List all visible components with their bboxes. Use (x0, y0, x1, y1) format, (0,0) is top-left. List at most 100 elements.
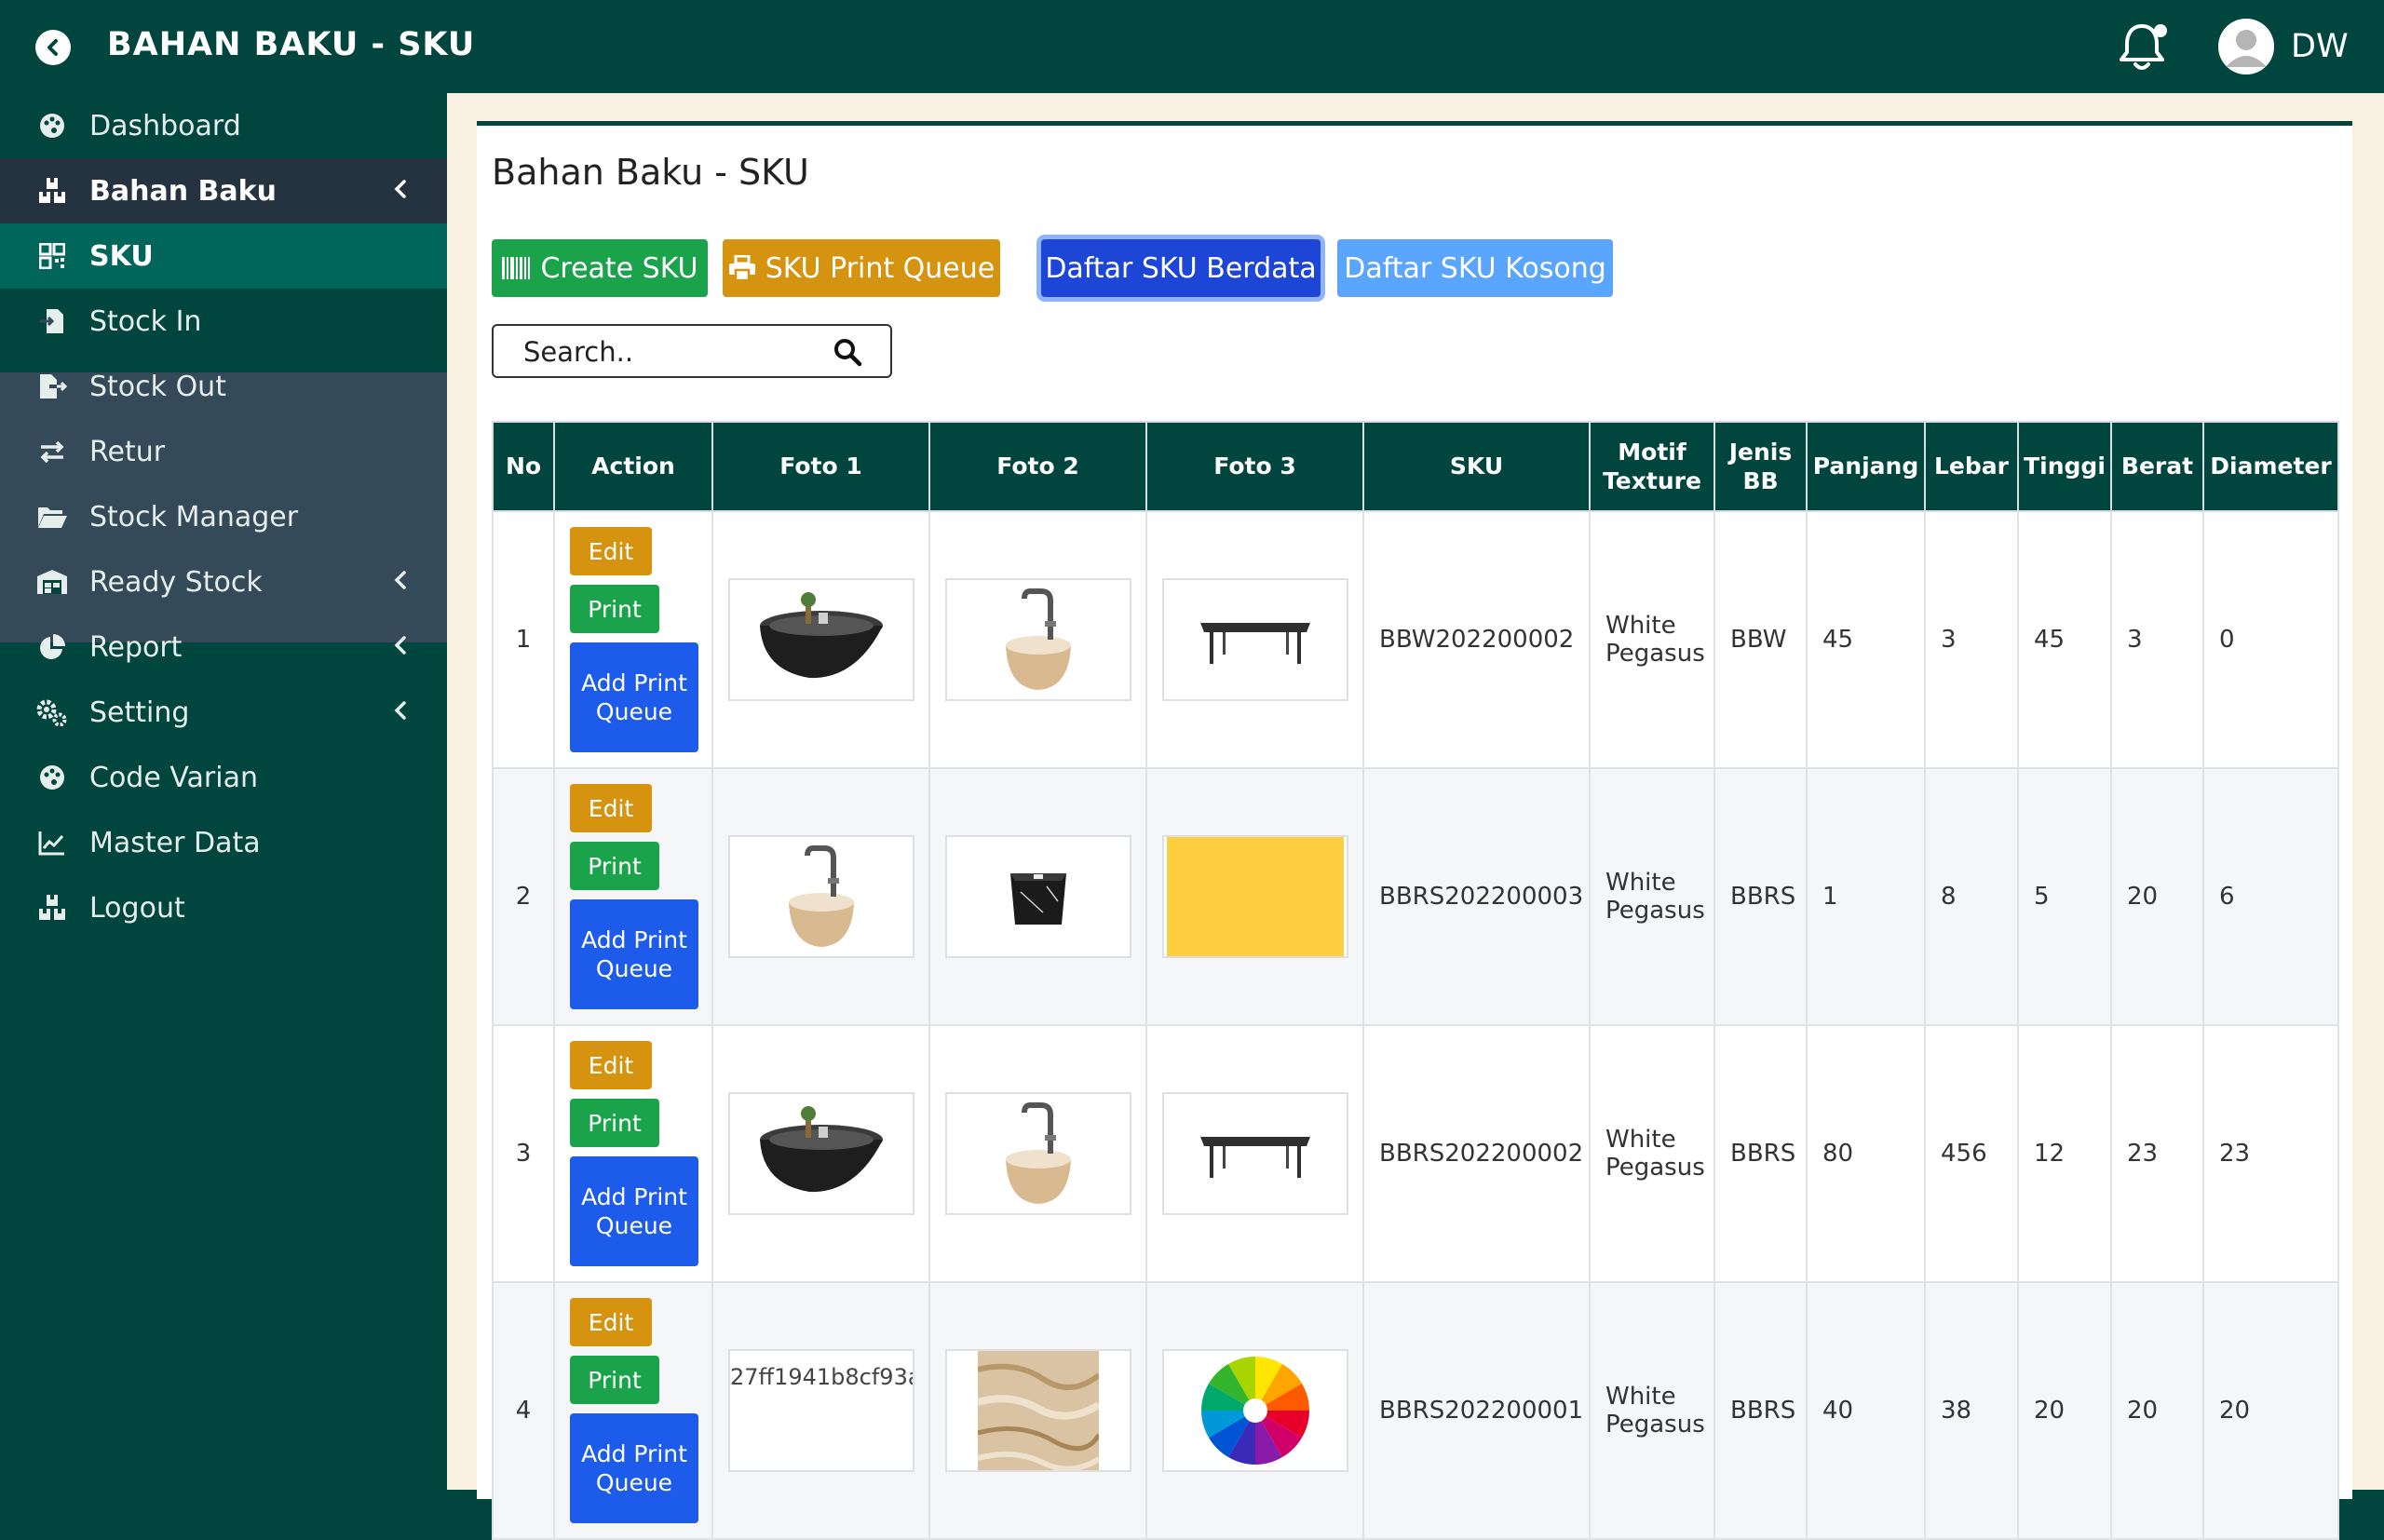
add-print-queue-button[interactable]: Add Print Queue (570, 642, 698, 752)
cell-sku: BBRS202200001 (1362, 1281, 1591, 1540)
user-avatar[interactable] (2218, 19, 2274, 74)
sidebar-item-label: Setting (89, 696, 190, 729)
cell-tinggi: 45 (2017, 510, 2112, 769)
search-input[interactable] (522, 333, 823, 371)
print-button[interactable]: Print (570, 842, 659, 890)
sidebar-item-code-varian[interactable]: Code Varian (0, 745, 447, 810)
page-title: Bahan Baku - SKU (492, 152, 809, 193)
column-header[interactable]: Diameter (2202, 421, 2339, 512)
column-header[interactable]: Jenis BB (1714, 421, 1808, 512)
product-photo[interactable] (1162, 835, 1348, 958)
print-button[interactable]: Print (570, 1099, 659, 1147)
column-header[interactable]: Foto 1 (711, 421, 930, 512)
product-photo[interactable] (945, 1349, 1131, 1472)
daftar-sku-berdata-button[interactable]: Daftar SKU Berdata (1041, 239, 1321, 297)
edit-button[interactable]: Edit (570, 1041, 652, 1089)
column-header[interactable]: Motif Texture (1589, 421, 1715, 512)
product-photo[interactable] (945, 1092, 1131, 1215)
sidebar-item-setting[interactable]: Setting (0, 680, 447, 745)
sidebar-item-ready-stock[interactable]: Ready Stock (0, 549, 447, 615)
line-chart-icon (35, 826, 69, 859)
cell-no: 3 (492, 1024, 555, 1283)
cell-sku: BBRS202200002 (1362, 1024, 1591, 1283)
cell-lebar: 8 (1924, 767, 2019, 1026)
cell-berat: 20 (2110, 1281, 2204, 1540)
sidebar-item-stock-in[interactable]: Stock In (0, 289, 447, 354)
column-header[interactable]: Foto 2 (928, 421, 1147, 512)
edit-button[interactable]: Edit (570, 1298, 652, 1346)
sidebar-item-dashboard[interactable]: Dashboard (0, 93, 447, 158)
app-title: BAHAN BAKU - SKU (107, 26, 476, 63)
column-header[interactable]: Berat (2110, 421, 2204, 512)
product-photo[interactable] (1162, 1092, 1348, 1215)
palette-icon (35, 761, 69, 794)
print-button[interactable]: Print (570, 585, 659, 633)
sidebar-item-label: Retur (89, 435, 166, 468)
cell-jenis: BBW (1714, 510, 1808, 769)
column-header[interactable]: Action (553, 421, 713, 512)
product-photo[interactable] (945, 835, 1131, 958)
cell-foto-2 (928, 1281, 1147, 1540)
sku-print-queue-button[interactable]: SKU Print Queue (723, 239, 1000, 297)
sidebar-item-report[interactable]: Report (0, 615, 447, 680)
product-photo[interactable] (728, 578, 914, 701)
add-print-queue-button[interactable]: Add Print Queue (570, 1413, 698, 1523)
cell-sku: BBW202200002 (1362, 510, 1591, 769)
sidebar-item-sku[interactable]: SKU (0, 223, 447, 289)
cell-berat: 20 (2110, 767, 2204, 1026)
sidebar-item-label: Logout (89, 891, 185, 925)
cell-foto-2 (928, 1024, 1147, 1283)
cell-foto-2 (928, 767, 1147, 1026)
cell-berat: 23 (2110, 1024, 2204, 1283)
sidebar-item-master-data[interactable]: Master Data (0, 810, 447, 875)
sidebar-item-bahan-baku[interactable]: Bahan Baku (0, 158, 447, 223)
cell-foto-3 (1145, 1281, 1364, 1540)
sidebar-item-logout[interactable]: Logout (0, 875, 447, 940)
column-header[interactable]: SKU (1362, 421, 1591, 512)
product-photo[interactable] (728, 835, 914, 958)
barcode-icon (502, 257, 531, 279)
product-photo[interactable] (1162, 1349, 1348, 1472)
back-button[interactable] (35, 30, 71, 65)
product-photo[interactable]: 27ff1941b8cf93ab (728, 1349, 914, 1472)
product-photo[interactable] (728, 1092, 914, 1215)
edit-button[interactable]: Edit (570, 784, 652, 832)
sidebar-item-label: Report (89, 630, 183, 664)
sidebar: Dashboard Bahan Baku SKU Stock In Stock … (0, 93, 447, 1490)
boxes-icon (35, 174, 69, 208)
chevron-left-icon (391, 175, 410, 208)
column-header[interactable]: Tinggi (2017, 421, 2112, 512)
table-row: 4 Edit Print Add Print Queue 27ff1941b8c… (492, 1281, 2339, 1540)
cell-panjang: 45 (1806, 510, 1926, 769)
broken-image-alt: 27ff1941b8cf93ab (730, 1364, 913, 1390)
product-photo[interactable] (945, 578, 1131, 701)
file-export-icon (35, 370, 69, 403)
daftar-sku-kosong-button[interactable]: Daftar SKU Kosong (1337, 239, 1613, 297)
black-table-image (1200, 623, 1310, 664)
black-stone-basin-image (760, 1106, 883, 1193)
cell-jenis: BBRS (1714, 767, 1808, 1026)
yellow-swatch-image (1167, 837, 1344, 956)
add-print-queue-button[interactable]: Add Print Queue (570, 899, 698, 1009)
cell-foto-2 (928, 510, 1147, 769)
cell-foto-1 (711, 510, 930, 769)
product-photo[interactable] (1162, 578, 1348, 701)
sidebar-item-retur[interactable]: Retur (0, 419, 447, 484)
sidebar-item-stock-manager[interactable]: Stock Manager (0, 484, 447, 549)
search-icon[interactable] (833, 337, 862, 371)
column-header[interactable]: Lebar (1924, 421, 2019, 512)
cell-foto-1 (711, 1024, 930, 1283)
column-header[interactable]: Foto 3 (1145, 421, 1364, 512)
print-button[interactable]: Print (570, 1356, 659, 1404)
cell-jenis: BBRS (1714, 1281, 1808, 1540)
sidebar-item-stock-out[interactable]: Stock Out (0, 354, 447, 419)
content-card: Bahan Baku - SKU Create SKU SKU Print Qu… (477, 121, 2352, 1540)
add-print-queue-button[interactable]: Add Print Queue (570, 1156, 698, 1266)
notification-button[interactable] (2116, 19, 2174, 74)
edit-button[interactable]: Edit (570, 527, 652, 575)
user-initials[interactable]: DW (2291, 28, 2349, 65)
column-header[interactable]: Panjang (1806, 421, 1926, 512)
column-header[interactable]: No (492, 421, 555, 512)
table-row: 1 Edit Print Add Print Queue BBW20220000… (492, 510, 2339, 769)
create-sku-button[interactable]: Create SKU (492, 239, 708, 297)
